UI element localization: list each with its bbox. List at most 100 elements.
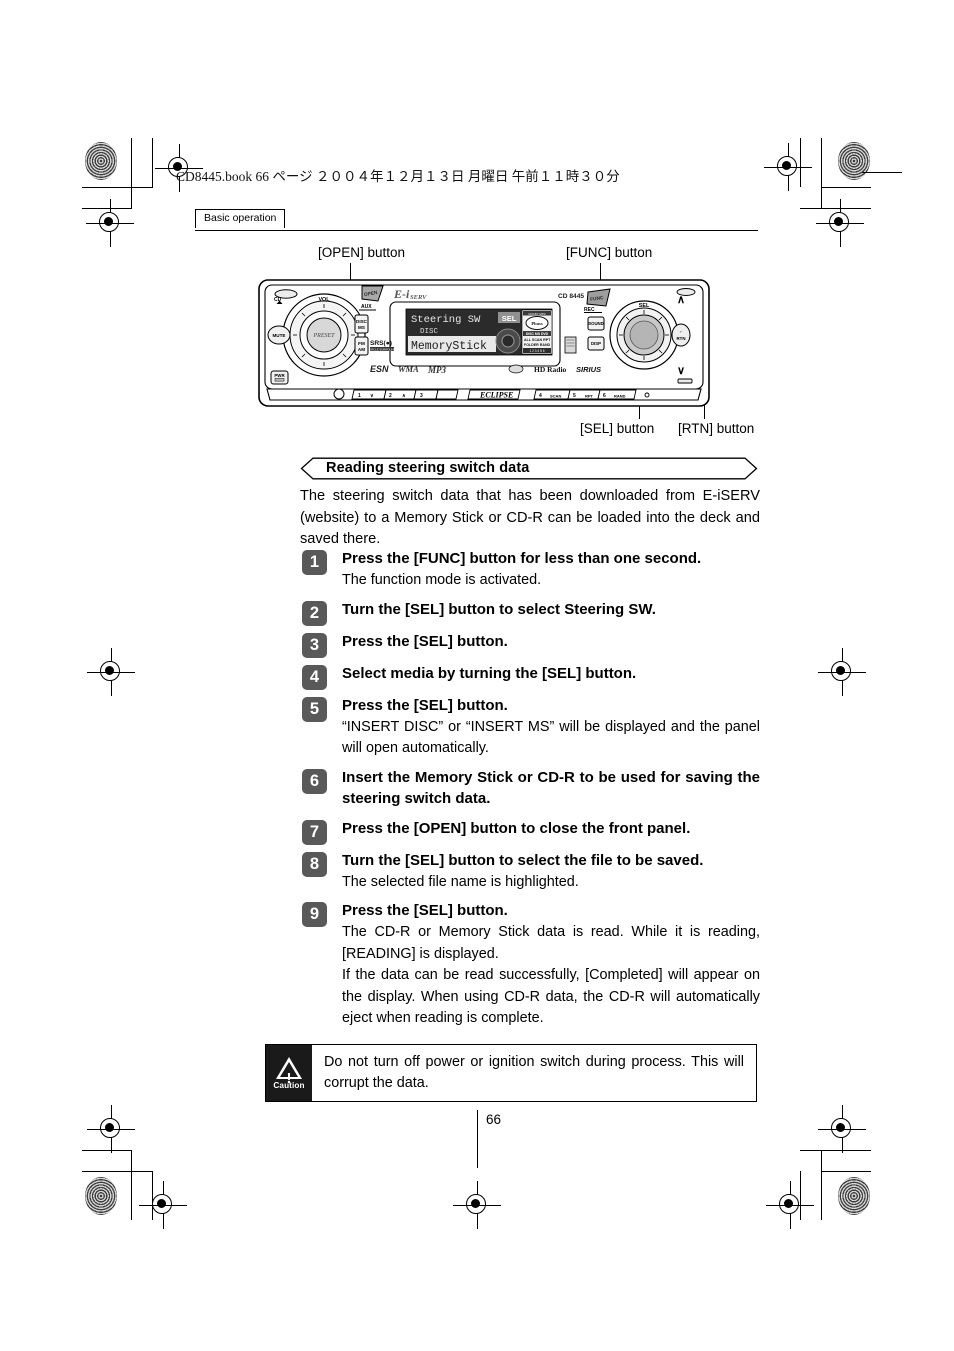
registration-mark-right-lower bbox=[818, 1105, 866, 1153]
svg-text:FM: FM bbox=[358, 341, 365, 346]
step-title: Press the [SEL] button. bbox=[342, 632, 508, 650]
footer-rule bbox=[477, 1110, 478, 1168]
step-note: “INSERT DISC” or “INSERT MS” will be dis… bbox=[342, 718, 760, 757]
section-intro-text: The steering switch data that has been d… bbox=[300, 488, 760, 547]
svg-text:E-i: E-i bbox=[393, 287, 410, 301]
svg-text:VOL: VOL bbox=[318, 297, 330, 303]
callout-rtn-button: [RTN] button bbox=[678, 421, 755, 436]
svg-text:1 2 3 4 5 6: 1 2 3 4 5 6 bbox=[529, 349, 544, 353]
header-rule-right bbox=[862, 172, 902, 173]
step-number-badge: 1 bbox=[302, 550, 327, 575]
step-note: The CD-R or Memory Stick data is read. W… bbox=[342, 924, 760, 1026]
svg-text:PRESET: PRESET bbox=[313, 333, 336, 339]
step-number-badge: 3 bbox=[302, 632, 327, 658]
svg-text:RTN: RTN bbox=[676, 336, 685, 341]
svg-text:RAND: RAND bbox=[614, 393, 626, 398]
svg-text:ESN: ESN bbox=[370, 364, 389, 374]
svg-text:SRS(●): SRS(●) bbox=[370, 340, 392, 347]
step-title: Turn the [SEL] button to select Steering… bbox=[342, 600, 656, 618]
registration-mark-top-left-lower bbox=[86, 199, 134, 247]
crop-mark-tr-h2 bbox=[800, 208, 871, 210]
step-item: 9 Press the [SEL] button. The CD-R or Me… bbox=[302, 900, 760, 1030]
step-item: 6 Insert the Memory Stick or CD-R to be … bbox=[302, 767, 760, 809]
svg-text:MUTE: MUTE bbox=[272, 333, 285, 338]
svg-text:SCAN: SCAN bbox=[550, 393, 561, 398]
step-note: The function mode is activated. bbox=[342, 572, 542, 588]
step-item: 8 Turn the [SEL] button to select the fi… bbox=[302, 850, 760, 894]
svg-text:AUX: AUX bbox=[361, 304, 372, 310]
crop-mark-bl-h2 bbox=[82, 1150, 132, 1152]
header-underline bbox=[195, 230, 758, 232]
svg-text:PWR: PWR bbox=[274, 373, 285, 378]
caution-warning-icon: ! Caution bbox=[266, 1045, 312, 1101]
step-item: 5 Press the [SEL] button. “INSERT DISC” … bbox=[302, 695, 760, 760]
svg-text:5: 5 bbox=[573, 393, 576, 399]
step-title: Insert the Memory Stick or CD-R to be us… bbox=[342, 768, 760, 807]
svg-text:SERV: SERV bbox=[410, 294, 427, 301]
step-number-badge: 2 bbox=[302, 600, 327, 626]
svg-text:1: 1 bbox=[358, 393, 361, 399]
crop-mark-tl-h bbox=[82, 187, 153, 189]
halftone-patch-top-left bbox=[85, 142, 117, 180]
step-title: Press the [OPEN] button to close the fro… bbox=[342, 819, 691, 837]
halftone-patch-top-right bbox=[838, 142, 870, 180]
svg-text:RPT: RPT bbox=[585, 393, 594, 398]
step-title: Select media by turning the [SEL] button… bbox=[342, 664, 637, 682]
callout-sel-button: [SEL] button bbox=[580, 421, 655, 436]
svg-text:Steering SW: Steering SW bbox=[411, 314, 481, 326]
svg-text:WMA: WMA bbox=[398, 364, 419, 374]
svg-text:CIRCLE SURROUND: CIRCLE SURROUND bbox=[368, 347, 395, 351]
crop-mark-tr-v bbox=[821, 138, 823, 208]
svg-text:2: 2 bbox=[389, 393, 392, 399]
svg-text:MemoryStick: MemoryStick bbox=[411, 340, 487, 353]
svg-text:SEL: SEL bbox=[639, 303, 650, 309]
halftone-patch-bottom-right bbox=[838, 1177, 870, 1215]
svg-text:Pbass: Pbass bbox=[531, 321, 542, 326]
steps-list: 1 Press the [FUNC] button for less than … bbox=[302, 548, 760, 1037]
svg-text:∨: ∨ bbox=[677, 365, 685, 377]
svg-text:4: 4 bbox=[539, 393, 542, 399]
crop-mark-tl-v bbox=[131, 138, 133, 208]
svg-text:MP3: MP3 bbox=[427, 365, 447, 375]
crop-mark-br-v bbox=[821, 1150, 823, 1220]
step-item: 7 Press the [OPEN] button to close the f… bbox=[302, 818, 760, 845]
page-number: 66 bbox=[486, 1112, 502, 1127]
svg-text:DISC: DISC bbox=[356, 319, 368, 324]
svg-text:SIRIUS: SIRIUS bbox=[576, 365, 601, 374]
caution-text: Do not turn off power or ignition switch… bbox=[324, 1054, 744, 1091]
svg-text:⌐: ⌐ bbox=[680, 329, 683, 334]
caution-box: ! Caution Do not turn off power or ignit… bbox=[265, 1044, 757, 1102]
svg-text:DOLBY MP3: DOLBY MP3 bbox=[528, 312, 545, 316]
svg-text:SOUND: SOUND bbox=[588, 321, 604, 326]
exclamation-mark-icon: ! bbox=[286, 1070, 292, 1087]
registration-mark-right-middle bbox=[818, 648, 866, 696]
crop-mark-br-v2 bbox=[800, 1171, 802, 1220]
step-title: Turn the [SEL] button to select the file… bbox=[342, 851, 704, 869]
svg-text:6: 6 bbox=[603, 393, 606, 399]
svg-text:CD 8445: CD 8445 bbox=[558, 293, 584, 300]
crop-mark-br-h2 bbox=[800, 1150, 871, 1152]
head-unit-illustration: VOL PRESET MUTE PWR CD AUX DISC MS FM AM bbox=[258, 279, 710, 409]
section-heading-text: Reading steering switch data bbox=[326, 460, 530, 476]
svg-text:DISP: DISP bbox=[591, 341, 601, 346]
crop-mark-tl-h2 bbox=[82, 208, 132, 210]
registration-mark-top-right bbox=[764, 143, 812, 191]
registration-mark-bottom-center bbox=[453, 1181, 501, 1229]
svg-text:HD Radio: HD Radio bbox=[534, 365, 567, 374]
section-tab-basic-operation: Basic operation bbox=[195, 209, 286, 228]
step-number-badge: 6 bbox=[302, 768, 327, 794]
registration-mark-left-lower bbox=[87, 1105, 135, 1153]
crop-mark-bl-h bbox=[82, 1171, 153, 1173]
step-item: 2 Turn the [SEL] button to select Steeri… bbox=[302, 599, 760, 626]
svg-text:DISC: DISC bbox=[420, 328, 439, 336]
crop-mark-tr-h bbox=[821, 187, 871, 189]
step-title: Press the [FUNC] button for less than on… bbox=[342, 550, 702, 567]
crop-mark-bl-v2 bbox=[152, 1171, 154, 1220]
section-heading-banner: Reading steering switch data bbox=[300, 457, 758, 480]
step-number-badge: 7 bbox=[302, 819, 327, 845]
step-number-badge: 8 bbox=[302, 851, 327, 877]
svg-text:3: 3 bbox=[420, 393, 423, 399]
step-number-badge: 4 bbox=[302, 664, 327, 690]
crop-mark-bl-v bbox=[131, 1150, 133, 1220]
step-number-badge: 9 bbox=[302, 902, 327, 927]
